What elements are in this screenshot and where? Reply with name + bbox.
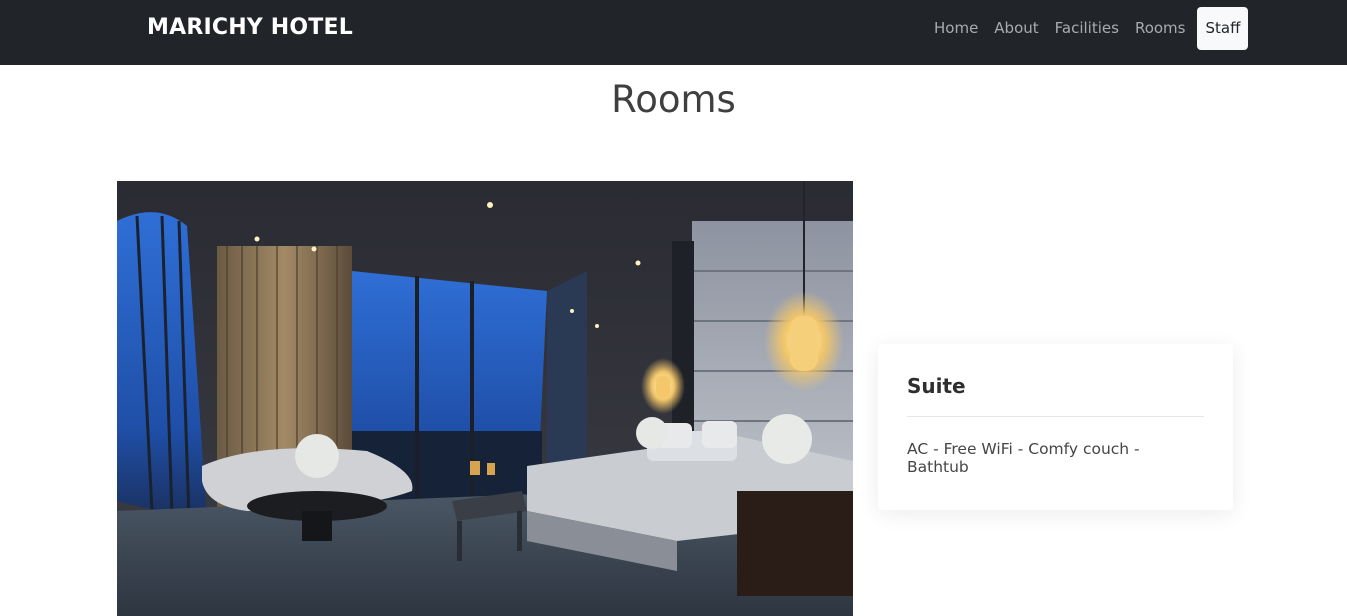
nav-link-rooms[interactable]: Rooms <box>1127 7 1194 50</box>
room-name: Suite <box>907 374 966 398</box>
brand-logo[interactable]: MARICHY HOTEL <box>147 15 353 40</box>
top-navbar: MARICHY HOTEL Home About Facilities Room… <box>0 0 1347 65</box>
nav-link-home[interactable]: Home <box>926 7 986 50</box>
nav-link-facilities[interactable]: Facilities <box>1047 7 1127 50</box>
room-amenities: AC - Free WiFi - Comfy couch - Bathtub <box>907 440 1140 476</box>
nav-links: Home About Facilities Rooms Staff <box>926 7 1249 50</box>
nav-link-staff[interactable]: Staff <box>1197 7 1249 50</box>
room-photo <box>117 181 853 616</box>
nav-link-about[interactable]: About <box>986 7 1046 50</box>
card-divider <box>907 416 1204 417</box>
room-card: Suite AC - Free WiFi - Comfy couch - Bat… <box>878 344 1233 510</box>
page-title: Rooms <box>611 78 736 121</box>
